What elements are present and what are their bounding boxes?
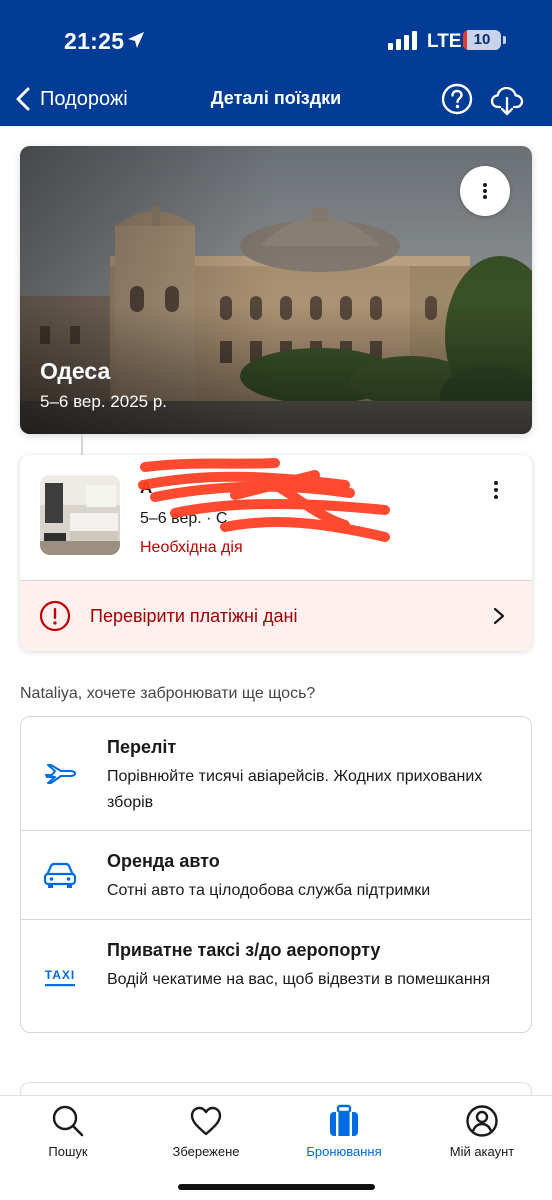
suggestion-flight[interactable]: Переліт Порівнюйте тисячі авіарейсів. Жо… — [21, 717, 531, 831]
location-arrow-icon — [128, 32, 144, 48]
suggestions-title: Nataliya, хочете забронювати ще щось? — [20, 685, 316, 702]
hotel-photo — [40, 475, 120, 555]
suggestion-airport-taxi[interactable]: TAXI Приватне таксі з/до аеропорту Водій… — [21, 920, 531, 1032]
suggestion-title: Оренда авто — [107, 851, 220, 871]
suggestion-desc: Водій чекатиме на вас, щоб відвезти в по… — [107, 971, 491, 988]
cellular-signal-icon — [388, 30, 417, 50]
booking-more-button[interactable] — [486, 477, 506, 503]
tab-search[interactable]: Пошук — [8, 1104, 128, 1159]
cloud-download-icon[interactable] — [490, 83, 524, 117]
suggestion-title: Приватне таксі з/до аеропорту — [107, 940, 381, 960]
timeline-connector — [81, 434, 83, 456]
trip-hero-card[interactable]: Одеса 5–6 вер. 2025 р. — [20, 146, 532, 434]
suitcase-icon — [330, 1104, 358, 1136]
tab-account[interactable]: Мій акаунт — [422, 1104, 542, 1159]
app-header: 21:25 LTE 10 Подорожі Деталі поїздки — [0, 0, 552, 126]
plane-icon — [45, 764, 76, 784]
suggestion-desc: Порівнюйте тисячі авіарейсів. Жодних при… — [107, 768, 483, 811]
redaction-scribble — [138, 458, 390, 542]
battery-nub — [503, 36, 506, 44]
booking-card[interactable]: А 5–6 вер. · С Необхідна дія Перевірити … — [20, 455, 532, 651]
battery-level: 10 — [473, 31, 491, 48]
payment-label: Перевірити платіжні дані — [90, 606, 298, 626]
heart-icon — [190, 1106, 222, 1136]
tab-bookings[interactable]: Бронювання — [284, 1104, 404, 1159]
suggestion-desc: Сотні авто та цілодобова служба підтримк… — [107, 882, 431, 899]
tab-saved[interactable]: Збережене — [146, 1104, 266, 1159]
search-icon — [52, 1105, 84, 1137]
alert-circle-icon — [39, 600, 71, 632]
suggestion-title: Переліт — [107, 737, 177, 757]
suggestion-car-rental[interactable]: Оренда авто Сотні авто та цілодобова слу… — [21, 831, 531, 920]
suggestions-list: Переліт Порівнюйте тисячі авіарейсів. Жо… — [20, 716, 532, 1033]
tab-label: Бронювання — [306, 1144, 382, 1159]
tab-label: Пошук — [48, 1144, 88, 1159]
car-icon — [43, 862, 77, 888]
home-indicator — [178, 1184, 375, 1190]
trip-dates: 5–6 вер. 2025 р. — [40, 392, 168, 411]
account-icon — [466, 1105, 498, 1137]
status-time: 21:25 — [64, 28, 125, 54]
tab-label: Збережене — [172, 1144, 240, 1159]
taxi-icon: TAXI — [45, 968, 75, 987]
city-photo — [20, 146, 532, 434]
tab-label: Мій акаунт — [449, 1144, 515, 1159]
help-icon[interactable] — [441, 83, 473, 115]
battery-icon: 10 — [463, 30, 501, 50]
trip-city: Одеса — [40, 358, 111, 384]
status-bar: 21:25 LTE 10 — [0, 0, 552, 80]
check-payment-row[interactable]: Перевірити платіжні дані — [20, 580, 532, 651]
more-vertical-icon — [483, 183, 487, 199]
svg-text:TAXI: TAXI — [45, 968, 75, 982]
network-type: LTE — [427, 31, 462, 52]
trip-more-button[interactable] — [460, 166, 510, 216]
chevron-right-icon — [493, 607, 505, 625]
